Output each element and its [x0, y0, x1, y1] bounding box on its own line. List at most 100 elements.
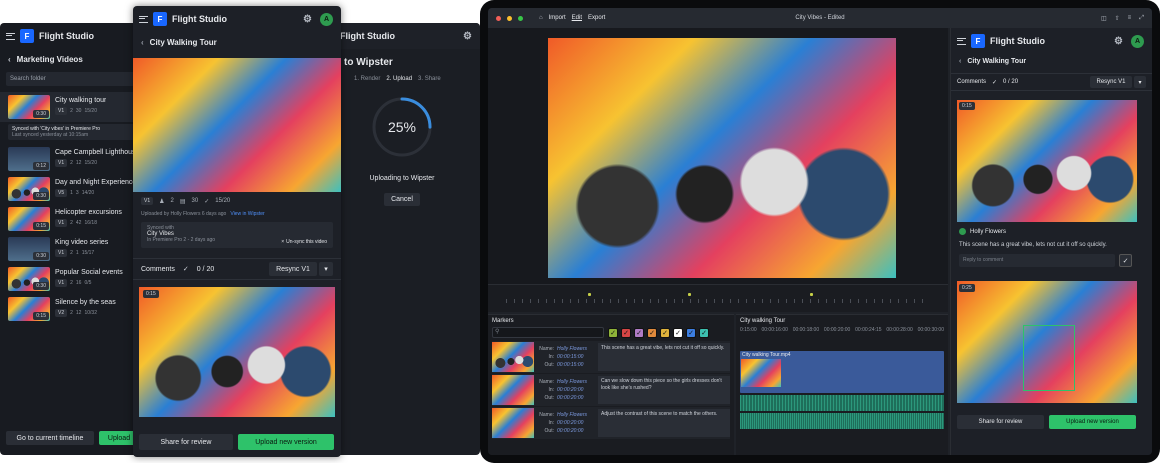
comments-count: 0 / 20	[196, 265, 215, 273]
panel-icon[interactable]: ◫	[1101, 15, 1107, 22]
video-preview[interactable]	[133, 58, 341, 192]
thumb2-time: 0:25	[959, 284, 975, 292]
label-color-checkbox[interactable]: ✓	[634, 327, 644, 338]
cancel-button[interactable]: Cancel	[384, 193, 420, 206]
label-color-checkbox[interactable]: ✓	[673, 327, 683, 338]
share-button[interactable]: Share for review	[957, 415, 1044, 429]
version-badge: V1	[55, 249, 68, 257]
markers-panel: Markers ⚲ ✓ ✓ ✓ ✓ ✓ ✓ ✓ ✓ Name: Holly Flowers In:…	[488, 314, 734, 455]
video-list-item[interactable]: 0:15 Silence by the seas V2 2 12 10/32	[0, 294, 145, 324]
video-list-item[interactable]: 0:30 King video series V1 2 1 15/17	[0, 234, 145, 264]
chevron-down-icon[interactable]: ▾	[1134, 76, 1146, 88]
share-icon[interactable]: ⇧	[1115, 15, 1120, 22]
back-icon[interactable]: ‹	[8, 55, 11, 64]
label-color-checkbox[interactable]: ✓	[647, 327, 657, 338]
gear-icon[interactable]: ⚙	[303, 14, 312, 25]
audio-track-1[interactable]	[740, 395, 944, 411]
timecode-ruler: 0:15:00 00:00:16:00 00:00:18:00 00:00:20:00…	[736, 327, 948, 333]
marker-pin[interactable]	[688, 293, 691, 296]
unsync-link[interactable]: Un-sync this video	[286, 239, 327, 245]
audio-track-2[interactable]	[740, 413, 944, 429]
video-list-item[interactable]: 0:30 City walking tour V1 2 30 15/20	[0, 92, 145, 122]
marker-comment[interactable]: This scene has a great vibe, lets not cu…	[598, 343, 730, 371]
markers-search-input[interactable]: ⚲	[492, 327, 604, 338]
app-logo: F	[971, 34, 985, 48]
comment-thumbnail[interactable]	[957, 100, 1137, 222]
preview-ruler[interactable]	[488, 284, 948, 312]
people-count: 1	[70, 190, 73, 196]
avatar[interactable]: A	[320, 12, 333, 26]
video-list-item[interactable]: 0:12 Cape Campbell Lighthouse V1 2 12 15/20	[0, 144, 145, 174]
search-input[interactable]: Search folder	[6, 72, 139, 86]
marker-out-value: 00:00:20:00	[557, 395, 584, 401]
goto-timeline-button[interactable]: Go to current timeline	[6, 431, 94, 445]
people-count: 2	[70, 160, 73, 166]
marker-comment[interactable]: Adjust the contrast of this scene to mat…	[598, 409, 730, 437]
resync-button[interactable]: Resync V1	[1090, 76, 1132, 88]
upload-version-button[interactable]: Upload new version	[238, 434, 334, 450]
version-badge: V1	[141, 197, 154, 205]
marker-thumbnail	[492, 342, 534, 372]
label-color-checkbox[interactable]: ✓	[686, 327, 696, 338]
back-icon[interactable]: ‹	[959, 58, 961, 65]
duration-badge: 0:30	[33, 252, 49, 260]
close-icon[interactable]: ×	[281, 239, 284, 245]
view-in-wipster-link[interactable]: View in Wipster	[230, 211, 264, 217]
video-list-item[interactable]: 0:30 Popular Social events V1 2 16 0/5	[0, 264, 145, 294]
marker-row[interactable]: Name: Holly Flowers In: 00:00:15:00 Out: 00:0…	[492, 341, 730, 373]
annotation-box[interactable]	[1023, 325, 1075, 391]
label-color-checkbox[interactable]: ✓	[621, 327, 631, 338]
marker-in-label: In:	[548, 354, 554, 360]
label-color-checkbox[interactable]: ✓	[699, 327, 709, 338]
comment-thumbnail[interactable]	[139, 287, 335, 417]
marker-name-value: Holly Flowers	[557, 379, 588, 385]
sliders-icon[interactable]: ≡	[1128, 15, 1132, 21]
video-list-item[interactable]: 0:30 Day and Night Experience V5 1 3 14/20	[0, 174, 145, 204]
step-share: 3. Share	[418, 76, 441, 82]
chevron-down-icon[interactable]: ▾	[319, 262, 333, 276]
label-color-checkbox[interactable]: ✓	[660, 327, 670, 338]
back-icon[interactable]: ‹	[141, 38, 144, 47]
program-preview[interactable]	[548, 38, 896, 278]
video-track[interactable]: City walking Tour.mp4	[740, 351, 944, 393]
marker-comment[interactable]: Can we slow down this piece so the girls…	[598, 376, 730, 404]
marker-row[interactable]: Name: Holly Flowers In: 00:00:20:00 Out: 00:0…	[492, 374, 730, 406]
menu-icon[interactable]	[139, 15, 148, 23]
comment-count: 30	[191, 198, 199, 204]
upload-version-button[interactable]: Upload new version	[1049, 415, 1136, 429]
marker-pin[interactable]	[588, 293, 591, 296]
share-button[interactable]: Share for review	[139, 434, 233, 450]
video-title: City walking tour	[55, 97, 107, 104]
duration-badge: 0:12	[33, 162, 49, 170]
resync-button[interactable]: Resync V1	[269, 262, 317, 276]
check-icon: ✓	[992, 79, 998, 86]
duration-badge: 0:15	[33, 222, 49, 230]
people-count: 2	[70, 250, 73, 256]
marker-out-value: 00:00:15:00	[557, 362, 584, 368]
marker-in-label: In:	[548, 387, 554, 393]
task-count: 10/32	[84, 310, 97, 316]
task-count: 15/20	[84, 160, 97, 166]
video-thumbnail: 0:12	[8, 147, 50, 171]
timecode-label: 00:00:28:00	[886, 327, 913, 333]
people-count: 2	[70, 108, 73, 114]
send-check-icon[interactable]: ✓	[1119, 254, 1132, 267]
sync-card: Synced with City Vibes In Premiere Pro 2…	[141, 222, 333, 248]
menu-icon[interactable]	[957, 37, 966, 45]
reply-input[interactable]: Reply to comment	[959, 254, 1115, 267]
comment-thumbnail-2[interactable]	[957, 281, 1137, 403]
marker-pin[interactable]	[810, 293, 813, 296]
check-icon: ✓	[204, 198, 210, 205]
gear-icon[interactable]: ⚙	[463, 31, 472, 42]
marker-name-label: Name:	[539, 346, 554, 352]
menu-icon[interactable]	[6, 32, 15, 40]
expand-icon[interactable]: ⤢	[1139, 15, 1144, 22]
marker-thumbnail	[492, 408, 534, 438]
marker-row[interactable]: Name: Holly Flowers In: 00:00:20:00 Out: 00:0…	[492, 407, 730, 439]
video-list-item[interactable]: 0:15 Helicopter excursions V1 2 42 16/18	[0, 204, 145, 234]
gear-icon[interactable]: ⚙	[1114, 36, 1123, 47]
avatar[interactable]: A	[1131, 34, 1144, 48]
marker-out-label: Out:	[544, 395, 554, 401]
label-color-checkbox[interactable]: ✓	[608, 327, 618, 338]
duration-badge: 0:30	[33, 110, 49, 118]
